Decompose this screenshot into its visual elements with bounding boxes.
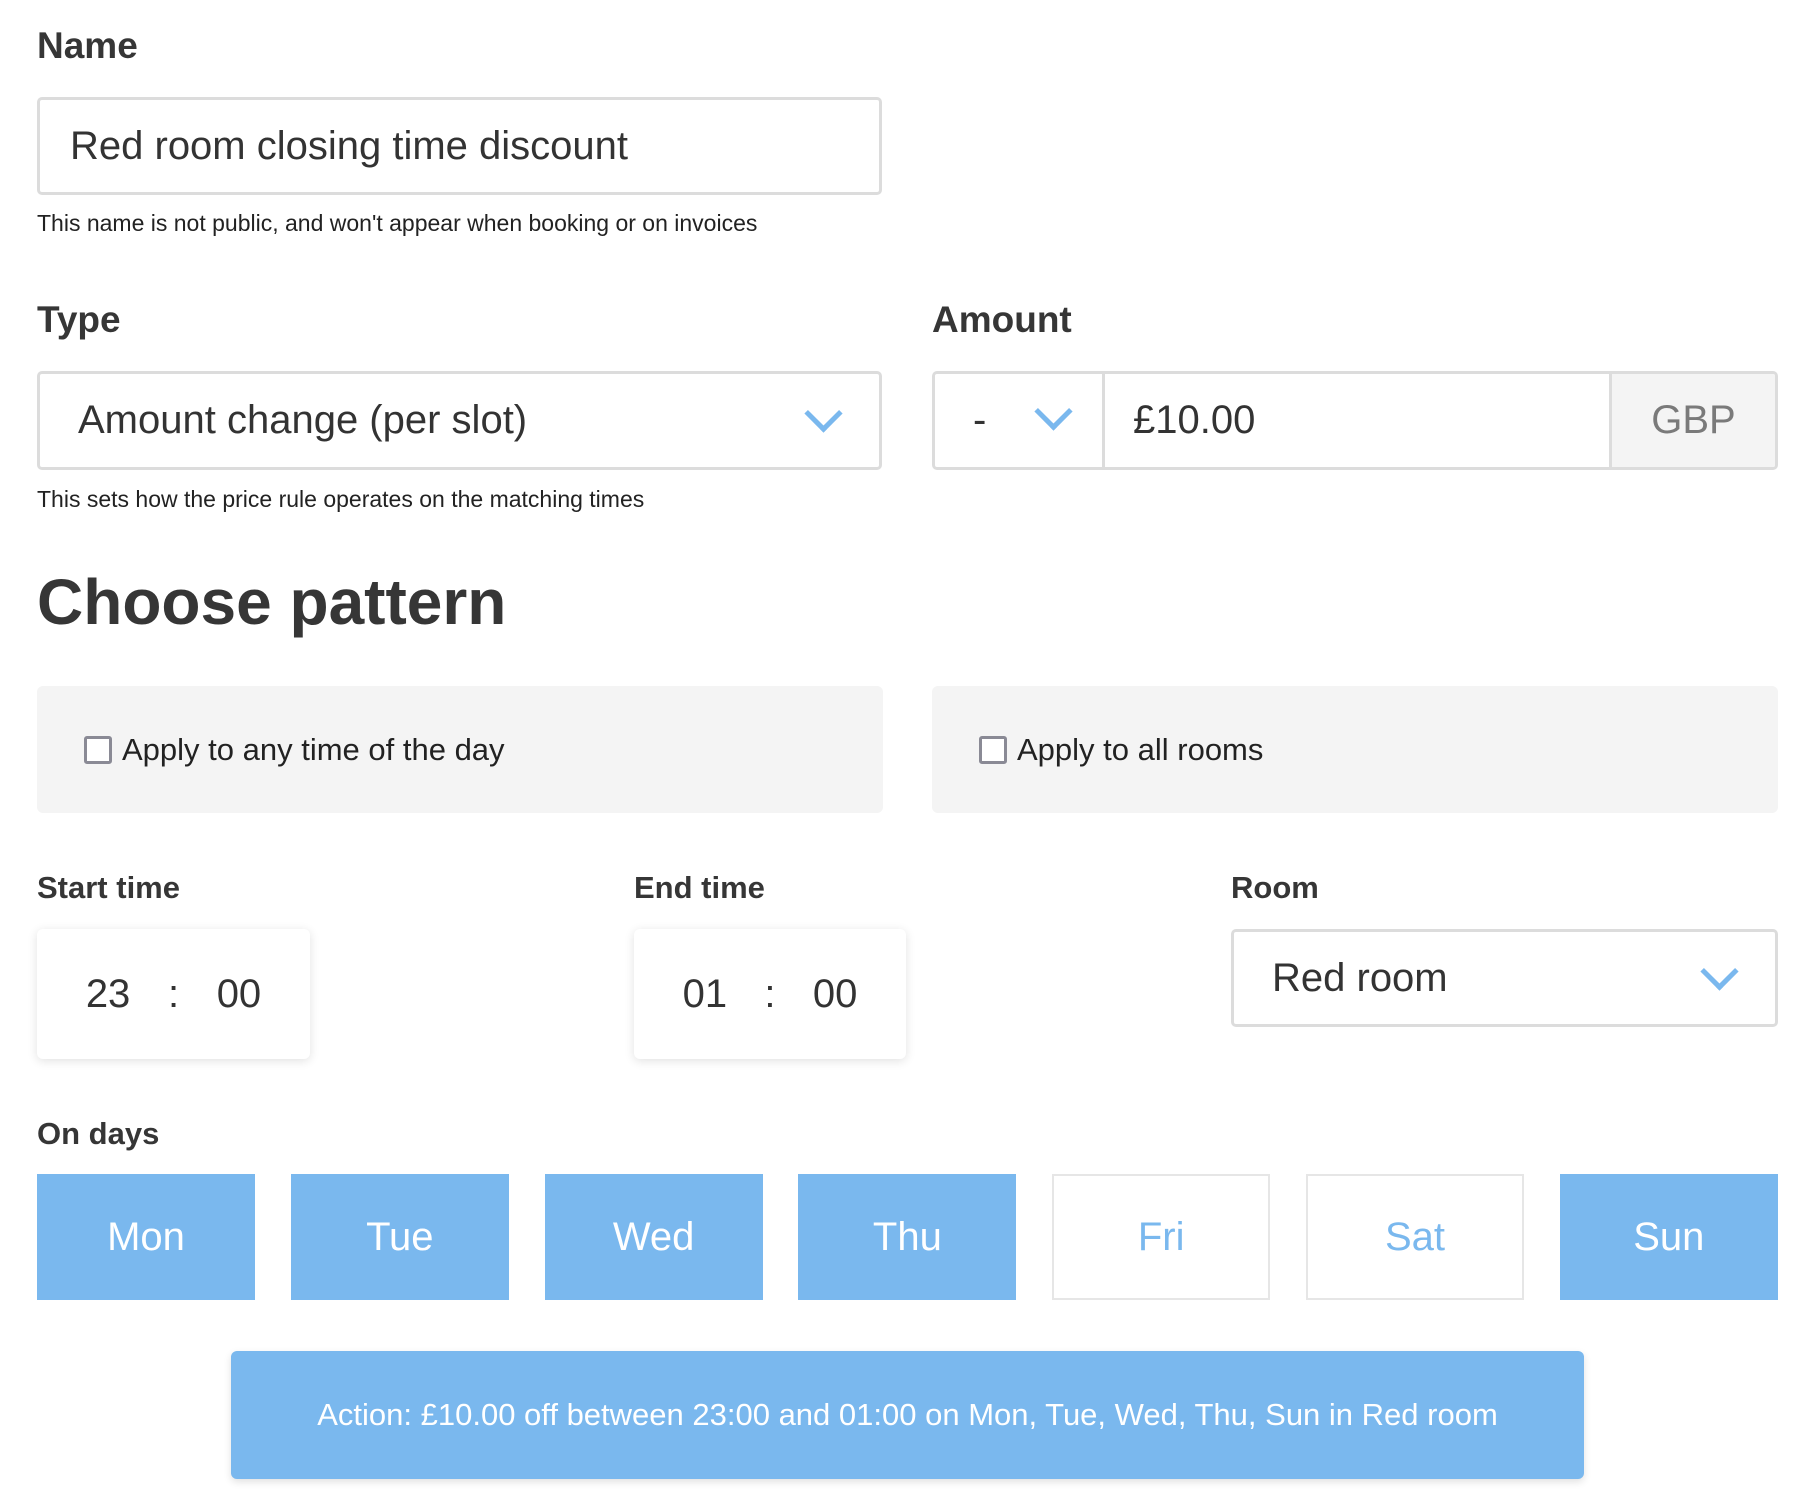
end-hour[interactable]: 01 — [683, 972, 728, 1017]
type-select-value: Amount change (per slot) — [78, 398, 528, 442]
chevron-down-icon — [1700, 952, 1739, 991]
start-minute[interactable]: 00 — [217, 972, 262, 1017]
any-time-label[interactable]: Apply to any time of the day — [122, 732, 505, 768]
amount-sign-select[interactable]: - — [935, 374, 1105, 467]
end-time-label: End time — [634, 870, 765, 905]
day-toggle-sat[interactable]: Sat — [1306, 1174, 1524, 1300]
action-summary-text: Action: £10.00 off between 23:00 and 01:… — [317, 1397, 1498, 1432]
all-rooms-panel: Apply to all rooms — [932, 686, 1778, 813]
chevron-down-icon — [804, 394, 843, 433]
start-time-picker: 23 : 00 — [37, 929, 310, 1059]
room-select[interactable]: Red room — [1231, 929, 1778, 1027]
room-label: Room — [1231, 870, 1319, 905]
type-select[interactable]: Amount change (per slot) — [37, 371, 882, 470]
all-rooms-label[interactable]: Apply to all rooms — [1017, 732, 1263, 768]
amount-label: Amount — [932, 299, 1072, 340]
start-time-label: Start time — [37, 870, 180, 905]
any-time-panel: Apply to any time of the day — [37, 686, 883, 813]
pattern-heading: Choose pattern — [37, 566, 507, 638]
name-input-value: Red room closing time discount — [70, 123, 629, 168]
day-toggle-sun[interactable]: Sun — [1559, 1174, 1778, 1300]
name-label: Name — [37, 25, 138, 66]
name-hint: This name is not public, and won't appea… — [37, 210, 758, 236]
all-rooms-checkbox[interactable] — [979, 735, 1007, 764]
type-hint: This sets how the price rule operates on… — [37, 486, 645, 512]
day-toggle-thu[interactable]: Thu — [798, 1174, 1017, 1300]
amount-sign-value: - — [973, 398, 987, 442]
day-toggle-wed[interactable]: Wed — [544, 1174, 763, 1300]
days-label: On days — [37, 1116, 160, 1151]
end-time-picker: 01 : 00 — [634, 929, 906, 1059]
day-toggle-tue[interactable]: Tue — [290, 1174, 509, 1300]
action-summary: Action: £10.00 off between 23:00 and 01:… — [231, 1351, 1584, 1479]
name-input[interactable]: Red room closing time discount — [37, 97, 882, 195]
day-toggle-mon[interactable]: Mon — [37, 1174, 255, 1300]
room-select-value: Red room — [1272, 955, 1448, 1000]
amount-input[interactable]: £10.00 — [1105, 374, 1609, 467]
day-toggle-fri[interactable]: Fri — [1052, 1174, 1271, 1300]
currency-addon: GBP — [1609, 374, 1775, 467]
time-separator: : — [764, 971, 776, 1016]
amount-input-value: £10.00 — [1133, 398, 1256, 442]
start-hour[interactable]: 23 — [86, 972, 131, 1017]
type-label: Type — [37, 299, 121, 340]
time-separator: : — [167, 971, 180, 1016]
any-time-checkbox[interactable] — [84, 735, 112, 764]
chevron-down-icon — [1034, 392, 1073, 431]
amount-group: - £10.00 GBP — [932, 371, 1778, 470]
end-minute[interactable]: 00 — [813, 972, 858, 1017]
